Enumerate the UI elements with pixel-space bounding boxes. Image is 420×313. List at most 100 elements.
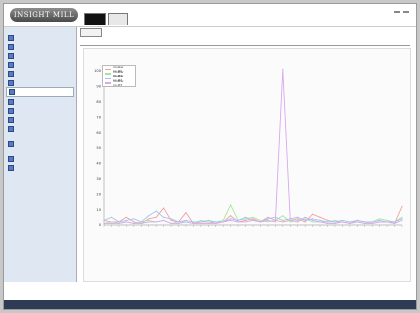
document-icon — [8, 70, 14, 77]
legend-entry: Cluster no.#3 — [105, 79, 133, 87]
data-point — [379, 219, 381, 221]
sidebar-item[interactable] — [4, 42, 76, 51]
data-point — [163, 207, 165, 209]
sidebar-item[interactable] — [4, 106, 76, 115]
chart-panel: 0 10 20 30 40 50 60 70 80 90 100 Cluster no.#0 Clus… — [83, 48, 411, 282]
data-point — [364, 221, 366, 223]
data-point — [401, 219, 403, 221]
data-point — [334, 221, 336, 223]
data-point — [282, 68, 284, 71]
y-tick-label: 100 — [94, 69, 102, 73]
sidebar-item[interactable] — [4, 163, 76, 172]
document-icon — [8, 98, 14, 105]
sidebar-item[interactable] — [4, 33, 76, 42]
data-point — [379, 221, 381, 223]
data-point — [401, 218, 403, 220]
sidebar-item[interactable] — [6, 87, 74, 97]
data-point — [125, 216, 127, 218]
data-point — [252, 216, 254, 218]
document-icon — [8, 107, 14, 114]
data-point — [349, 222, 351, 225]
document-icon — [8, 155, 14, 162]
data-point — [356, 221, 358, 223]
data-point — [118, 221, 120, 223]
document-icon — [8, 52, 14, 59]
data-point — [155, 216, 157, 218]
document-icon — [8, 61, 14, 68]
data-point — [371, 221, 373, 223]
data-point — [140, 221, 142, 223]
data-point — [304, 218, 306, 220]
data-point — [312, 219, 314, 221]
document-icon — [8, 140, 14, 147]
data-point — [133, 218, 135, 220]
y-tick-label: 20 — [96, 192, 101, 196]
data-point — [185, 212, 187, 214]
data-point — [207, 219, 209, 221]
sidebar-item[interactable] — [4, 124, 76, 133]
data-point — [237, 219, 239, 221]
document-icon — [8, 164, 14, 171]
app-logo[interactable]: INSIGHT MILL — [10, 8, 78, 22]
data-point — [334, 222, 336, 225]
document-icon — [8, 79, 14, 86]
subtab-button[interactable] — [80, 28, 102, 37]
data-point — [304, 219, 306, 221]
y-tick-label: 70 — [96, 115, 101, 119]
data-point — [148, 219, 150, 221]
data-point — [192, 221, 194, 223]
data-point — [177, 222, 180, 225]
data-point — [267, 218, 269, 220]
data-point — [140, 222, 142, 225]
sidebar — [4, 27, 77, 282]
data-point — [349, 221, 351, 223]
document-icon — [8, 43, 14, 50]
y-tick-label: 90 — [96, 85, 101, 89]
sidebar-item[interactable] — [4, 154, 76, 163]
data-point — [267, 219, 269, 221]
data-point — [282, 219, 284, 221]
logout-button[interactable] — [403, 11, 409, 13]
data-point — [125, 221, 127, 223]
sidebar-item[interactable] — [4, 60, 76, 69]
data-point — [393, 222, 396, 225]
sidebar-item[interactable] — [4, 51, 76, 60]
data-point — [386, 221, 388, 223]
y-tick-label: 10 — [96, 208, 101, 212]
data-point — [155, 221, 157, 223]
data-point — [312, 221, 314, 223]
data-point — [304, 216, 306, 218]
data-point — [163, 216, 165, 218]
data-point — [282, 215, 284, 217]
data-point — [200, 222, 202, 225]
data-point — [148, 218, 150, 220]
data-point — [163, 219, 165, 221]
data-point — [237, 221, 239, 223]
sidebar-item[interactable] — [4, 115, 76, 124]
data-point — [386, 219, 388, 221]
data-point — [334, 219, 336, 221]
data-point — [341, 221, 343, 223]
data-point — [200, 221, 202, 223]
data-point — [230, 215, 232, 217]
tab-analysis[interactable] — [84, 13, 106, 25]
data-point — [379, 218, 381, 220]
data-point — [319, 216, 321, 218]
legend-swatch — [105, 82, 111, 84]
main-content: 0 10 20 30 40 50 60 70 80 90 100 Cluster no.#0 Clus… — [77, 27, 416, 282]
help-button[interactable] — [393, 11, 400, 13]
data-point — [341, 219, 343, 221]
sidebar-item[interactable] — [4, 69, 76, 78]
legend-swatch — [105, 73, 111, 75]
sidebar-item[interactable] — [4, 97, 76, 106]
data-point — [222, 221, 224, 223]
sidebar-item[interactable] — [4, 139, 76, 148]
data-point — [304, 221, 306, 223]
data-point — [244, 216, 247, 218]
tab-settings[interactable] — [108, 13, 128, 25]
data-point — [326, 221, 329, 223]
data-point — [401, 205, 403, 208]
data-point — [319, 219, 321, 221]
sidebar-item[interactable] — [4, 78, 76, 87]
data-point — [103, 219, 105, 221]
